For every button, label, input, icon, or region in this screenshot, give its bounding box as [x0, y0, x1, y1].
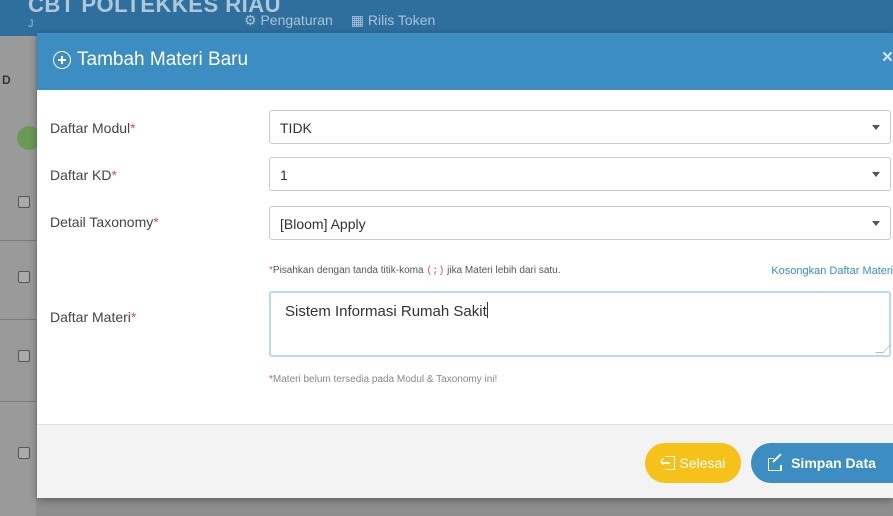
text-cursor: [486, 302, 488, 318]
modul-value: TIDK: [280, 120, 312, 136]
background-divider: [0, 240, 36, 241]
background-checkbox: [18, 447, 30, 459]
kd-select[interactable]: 1: [269, 157, 891, 191]
taxonomy-label-text: Detail Taxonomy: [50, 214, 154, 230]
background-header: CBT POLTEKKES RIAU J ⚙ Pengaturan ▦ Rili…: [0, 0, 893, 36]
materi-label-text: Daftar Materi: [50, 309, 131, 325]
availability-note: *Materi belum tersedia pada Modul & Taxo…: [269, 374, 497, 385]
required-mark: *: [130, 120, 136, 136]
required-mark: *: [130, 309, 137, 325]
nav-rilis-token: ▦ Rilis Token: [350, 12, 436, 28]
required-mark: *: [111, 167, 117, 183]
hint-text-before: Pisahkan dengan tanda titik-koma: [272, 265, 424, 276]
simpan-label: Simpan Data: [791, 455, 876, 471]
taxonomy-select[interactable]: [Bloom] Apply: [269, 206, 891, 240]
hint-text-after: jika Materi lebih dari satu.: [447, 265, 561, 276]
required-mark: *: [153, 214, 159, 230]
separator-hint: *Pisahkan dengan tanda titik-koma (;) ji…: [269, 265, 561, 277]
modal-title-text: Tambah Materi Baru: [77, 49, 249, 70]
simpan-data-button[interactable]: Simpan Data: [751, 443, 893, 483]
materi-label: Daftar Materi*: [50, 309, 136, 325]
kd-value: 1: [280, 167, 288, 183]
modal-header: Tambah Materi Baru ×: [37, 33, 893, 90]
edit-icon: [768, 452, 783, 471]
modul-label-text: Daftar Modul: [50, 120, 131, 136]
modal-footer: Selesai Simpan Data: [37, 424, 893, 498]
resize-handle[interactable]: [875, 345, 891, 353]
hint-code: (;): [426, 266, 445, 277]
background-divider: [0, 401, 36, 402]
modul-select[interactable]: TIDK: [269, 110, 891, 144]
chevron-down-icon: [872, 221, 880, 226]
modul-label: Daftar Modul*: [50, 120, 136, 136]
availability-note-text: Materi belum tersedia pada Modul & Taxon…: [272, 374, 498, 385]
clear-materi-link[interactable]: Kosongkan Daftar Materi: [771, 265, 893, 277]
close-icon[interactable]: ×: [882, 47, 893, 69]
background-brand-sub: J: [28, 18, 34, 30]
selesai-button[interactable]: Selesai: [645, 443, 741, 483]
chevron-down-icon: [872, 172, 880, 177]
background-checkbox: [18, 271, 30, 283]
kd-label: Daftar KD*: [50, 167, 117, 183]
kd-label-text: Daftar KD: [50, 167, 112, 183]
materi-textarea[interactable]: Sistem Informasi Rumah Sakit: [269, 291, 891, 357]
background-checkbox: [18, 196, 30, 208]
nav-pengaturan: ⚙ Pengaturan: [244, 12, 333, 28]
taxonomy-value: [Bloom] Apply: [280, 216, 366, 232]
background-divider: [0, 319, 36, 320]
selesai-label: Selesai: [679, 455, 726, 471]
background-sidebar: D: [0, 36, 41, 516]
taxonomy-label: Detail Taxonomy*: [50, 214, 159, 230]
background-nav: ⚙ Pengaturan ▦ Rilis Token: [244, 12, 449, 29]
modal-title: Tambah Materi Baru: [53, 49, 248, 71]
background-checkbox: [18, 350, 30, 362]
plus-circle-icon: [53, 51, 71, 69]
materi-value: Sistem Informasi Rumah Sakit: [285, 303, 487, 320]
exit-icon: [659, 456, 675, 470]
add-materi-modal: Tambah Materi Baru × Daftar Modul* TIDK …: [37, 33, 893, 498]
chevron-down-icon: [872, 125, 880, 130]
background-side-label: D: [2, 73, 11, 87]
